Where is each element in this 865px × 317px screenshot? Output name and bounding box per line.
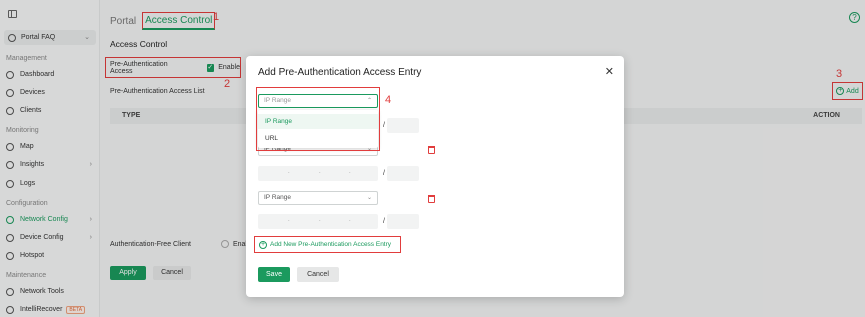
mask-slash: / [383, 170, 385, 177]
chevron-down-icon: ⌄ [366, 195, 372, 201]
ip-field[interactable]: . . . [258, 214, 378, 229]
ip-dot: . [319, 217, 321, 223]
ip-field[interactable]: . . . [258, 166, 378, 181]
ip-dot: . [349, 169, 351, 175]
entry-type-select[interactable]: IP Range ⌄ [258, 191, 378, 205]
trash-icon[interactable] [428, 146, 435, 154]
modal-cancel-button[interactable]: Cancel [297, 267, 339, 282]
save-button[interactable]: Save [258, 267, 290, 282]
mask-slash: / [383, 218, 385, 225]
ip-dot: . [288, 169, 290, 175]
ip-dot: . [319, 169, 321, 175]
mask-slash: / [383, 122, 385, 129]
mask-field[interactable] [387, 166, 419, 181]
mask-field[interactable] [387, 214, 419, 229]
annotation-4: 4 [385, 94, 392, 106]
trash-icon[interactable] [428, 195, 435, 203]
close-icon[interactable]: ✕ [605, 65, 614, 78]
annotation-box-4 [256, 87, 380, 151]
select-value: IP Range [264, 194, 291, 201]
modal-title: Add Pre-Authentication Access Entry [258, 67, 422, 78]
add-new-entry-button[interactable]: + Add New Pre-Authentication Access Entr… [254, 236, 401, 253]
plus-circle-icon: + [259, 240, 267, 249]
mask-field[interactable] [387, 118, 419, 133]
ip-dot: . [349, 217, 351, 223]
add-new-label: Add New Pre-Authentication Access Entry [270, 241, 392, 248]
ip-dot: . [288, 217, 290, 223]
